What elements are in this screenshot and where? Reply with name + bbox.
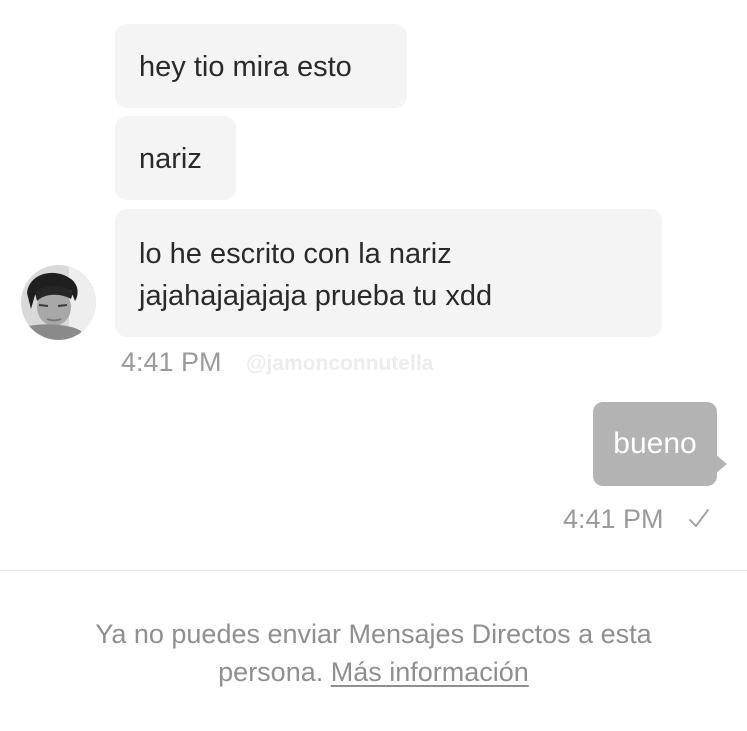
message-timestamp: 4:41 PM: [121, 347, 222, 377]
check-icon: [689, 509, 709, 527]
incoming-message[interactable]: nariz: [115, 116, 236, 200]
message-text: hey tio mira esto: [139, 51, 352, 83]
outgoing-message[interactable]: bueno: [593, 402, 717, 486]
message-text-line: jajahajajajaja prueba tu xdd: [139, 280, 493, 312]
avatar-image: [21, 265, 96, 340]
message-text-line: lo he escrito con la nariz: [139, 238, 452, 270]
bubble-tail: [715, 454, 727, 474]
message-timestamp: 4:41 PM: [563, 504, 664, 534]
more-info-link[interactable]: Más información: [331, 657, 529, 687]
divider: [0, 570, 747, 571]
watermark: @jamonconnutella: [246, 352, 434, 375]
incoming-message[interactable]: lo he escrito con la nariz jajahajajajaj…: [115, 209, 662, 337]
message-text: nariz: [139, 143, 202, 175]
blocked-notice: Ya no puedes enviar Mensajes Directos a …: [40, 615, 707, 691]
incoming-message[interactable]: hey tio mira esto: [115, 24, 407, 108]
contact-avatar[interactable]: [21, 265, 96, 340]
message-text: bueno: [613, 427, 697, 460]
